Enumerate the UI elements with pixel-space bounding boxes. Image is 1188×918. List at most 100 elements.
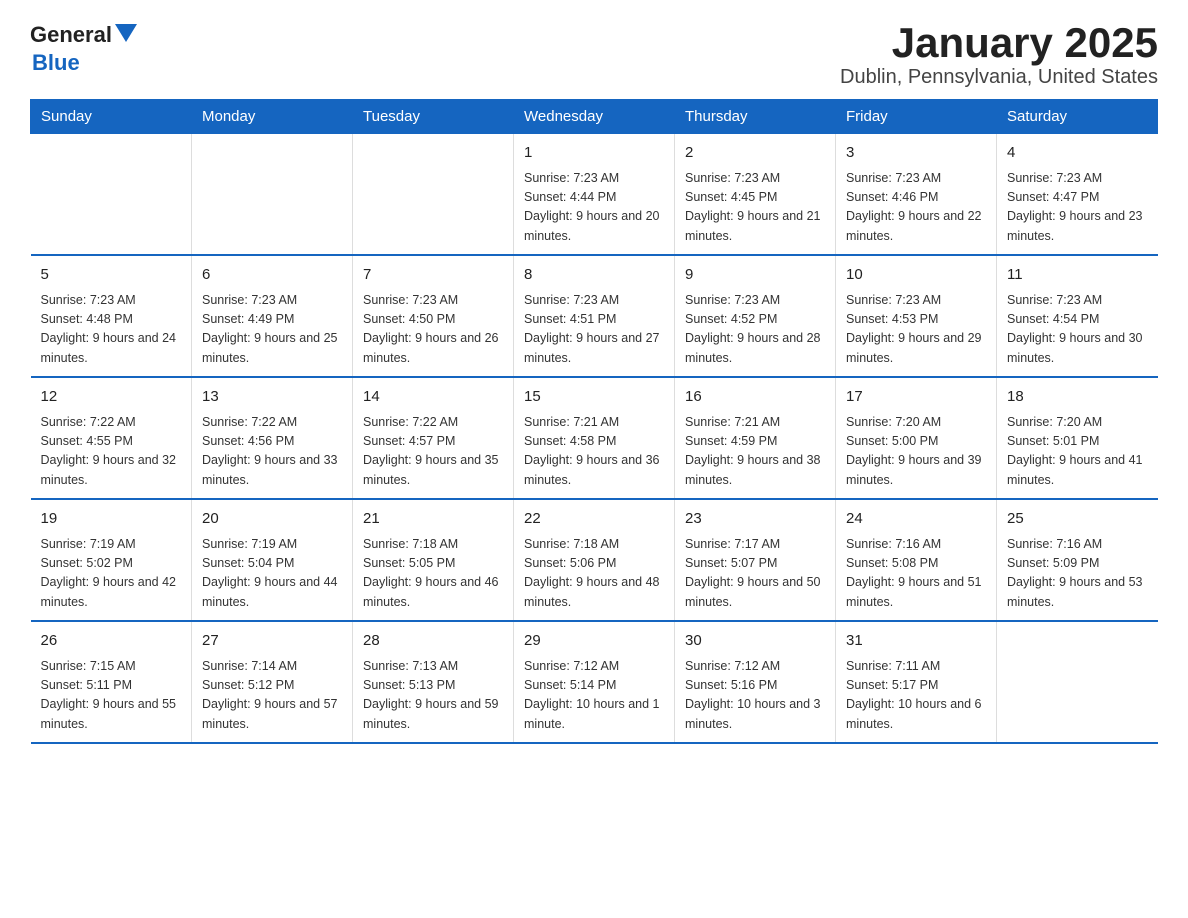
weekday-header-sunday: Sunday <box>31 100 192 134</box>
day-number: 4 <box>1007 142 1148 165</box>
day-info: Sunrise: 7:20 AM Sunset: 5:01 PM Dayligh… <box>1007 413 1148 491</box>
day-info: Sunrise: 7:18 AM Sunset: 5:05 PM Dayligh… <box>363 535 503 613</box>
calendar-cell: 18Sunrise: 7:20 AM Sunset: 5:01 PM Dayli… <box>997 377 1158 499</box>
calendar-cell <box>31 134 192 256</box>
day-number: 25 <box>1007 508 1148 531</box>
day-number: 17 <box>846 386 986 409</box>
day-number: 2 <box>685 142 825 165</box>
calendar-table: SundayMondayTuesdayWednesdayThursdayFrid… <box>30 99 1158 744</box>
calendar-cell: 20 Sunrise: 7:19 AM Sunset: 5:04 PM Dayli… <box>192 499 353 621</box>
day-number: 20 <box>202 508 342 531</box>
day-number: 10 <box>846 264 986 287</box>
title-block: January 2025 Dublin, Pennsylvania, Unite… <box>840 20 1158 89</box>
page-title: January 2025 <box>840 20 1158 66</box>
calendar-cell: 6 Sunrise: 7:23 AM Sunset: 4:49 PM Daylig… <box>192 255 353 377</box>
day-info: Sunrise: 7:23 AM Sunset: 4:44 PM Dayligh… <box>524 169 664 247</box>
calendar-cell: 22Sunrise: 7:18 AM Sunset: 5:06 PM Dayli… <box>514 499 675 621</box>
calendar-cell: 19Sunrise: 7:19 AM Sunset: 5:02 PM Dayli… <box>31 499 192 621</box>
day-number: 12 <box>41 386 182 409</box>
day-info: Sunrise: 7:23 AM Sunset: 4:53 PM Dayligh… <box>846 291 986 369</box>
day-info: Sunrise: 7:16 AM Sunset: 5:08 PM Dayligh… <box>846 535 986 613</box>
weekday-header-monday: Monday <box>192 100 353 134</box>
day-info: Sunrise: 7:17 AM Sunset: 5:07 PM Dayligh… <box>685 535 825 613</box>
calendar-week-row: 19Sunrise: 7:19 AM Sunset: 5:02 PM Dayli… <box>31 499 1158 621</box>
day-number: 16 <box>685 386 825 409</box>
calendar-cell: 11Sunrise: 7:23 AM Sunset: 4:54 PM Dayli… <box>997 255 1158 377</box>
day-number: 29 <box>524 630 664 653</box>
calendar-cell: 7Sunrise: 7:23 AM Sunset: 4:50 PM Daylig… <box>353 255 514 377</box>
day-number: 5 <box>41 264 182 287</box>
day-info: Sunrise: 7:23 AM Sunset: 4:54 PM Dayligh… <box>1007 291 1148 369</box>
calendar-cell: 23 Sunrise: 7:17 AM Sunset: 5:07 PM Dayli… <box>675 499 836 621</box>
logo: General Blue <box>30 20 137 75</box>
calendar-cell: 8 Sunrise: 7:23 AM Sunset: 4:51 PM Daylig… <box>514 255 675 377</box>
day-info: Sunrise: 7:15 AM Sunset: 5:11 PM Dayligh… <box>41 657 182 735</box>
day-number: 30 <box>685 630 825 653</box>
day-number: 22 <box>524 508 664 531</box>
day-info: Sunrise: 7:19 AM Sunset: 5:04 PM Dayligh… <box>202 535 342 613</box>
day-number: 15 <box>524 386 664 409</box>
calendar-cell: 25Sunrise: 7:16 AM Sunset: 5:09 PM Dayli… <box>997 499 1158 621</box>
day-number: 23 <box>685 508 825 531</box>
day-info: Sunrise: 7:14 AM Sunset: 5:12 PM Dayligh… <box>202 657 342 735</box>
day-info: Sunrise: 7:11 AM Sunset: 5:17 PM Dayligh… <box>846 657 986 735</box>
calendar-cell: 9Sunrise: 7:23 AM Sunset: 4:52 PM Daylig… <box>675 255 836 377</box>
day-number: 3 <box>846 142 986 165</box>
day-number: 8 <box>524 264 664 287</box>
day-number: 19 <box>41 508 182 531</box>
day-info: Sunrise: 7:23 AM Sunset: 4:49 PM Dayligh… <box>202 291 342 369</box>
calendar-cell: 12 Sunrise: 7:22 AM Sunset: 4:55 PM Dayli… <box>31 377 192 499</box>
logo-triangle-icon <box>115 24 137 46</box>
calendar-cell: 30 Sunrise: 7:12 AM Sunset: 5:16 PM Dayli… <box>675 621 836 743</box>
calendar-cell: 24 Sunrise: 7:16 AM Sunset: 5:08 PM Dayli… <box>836 499 997 621</box>
calendar-week-row: 12 Sunrise: 7:22 AM Sunset: 4:55 PM Dayli… <box>31 377 1158 499</box>
calendar-cell: 13Sunrise: 7:22 AM Sunset: 4:56 PM Dayli… <box>192 377 353 499</box>
calendar-cell: 14 Sunrise: 7:22 AM Sunset: 4:57 PM Dayli… <box>353 377 514 499</box>
calendar-cell: 27 Sunrise: 7:14 AM Sunset: 5:12 PM Dayli… <box>192 621 353 743</box>
day-info: Sunrise: 7:23 AM Sunset: 4:52 PM Dayligh… <box>685 291 825 369</box>
day-info: Sunrise: 7:23 AM Sunset: 4:50 PM Dayligh… <box>363 291 503 369</box>
weekday-header-tuesday: Tuesday <box>353 100 514 134</box>
day-info: Sunrise: 7:21 AM Sunset: 4:59 PM Dayligh… <box>685 413 825 491</box>
calendar-cell <box>353 134 514 256</box>
calendar-week-row: 26Sunrise: 7:15 AM Sunset: 5:11 PM Dayli… <box>31 621 1158 743</box>
weekday-header-thursday: Thursday <box>675 100 836 134</box>
day-number: 1 <box>524 142 664 165</box>
calendar-cell <box>997 621 1158 743</box>
calendar-cell: 2 Sunrise: 7:23 AM Sunset: 4:45 PM Daylig… <box>675 134 836 256</box>
day-info: Sunrise: 7:22 AM Sunset: 4:55 PM Dayligh… <box>41 413 182 491</box>
logo-blue-text: Blue <box>32 51 80 75</box>
day-info: Sunrise: 7:13 AM Sunset: 5:13 PM Dayligh… <box>363 657 503 735</box>
day-number: 6 <box>202 264 342 287</box>
day-info: Sunrise: 7:23 AM Sunset: 4:45 PM Dayligh… <box>685 169 825 247</box>
day-info: Sunrise: 7:22 AM Sunset: 4:57 PM Dayligh… <box>363 413 503 491</box>
day-info: Sunrise: 7:23 AM Sunset: 4:51 PM Dayligh… <box>524 291 664 369</box>
day-info: Sunrise: 7:23 AM Sunset: 4:46 PM Dayligh… <box>846 169 986 247</box>
calendar-cell: 10 Sunrise: 7:23 AM Sunset: 4:53 PM Dayli… <box>836 255 997 377</box>
calendar-week-row: 5 Sunrise: 7:23 AM Sunset: 4:48 PM Daylig… <box>31 255 1158 377</box>
calendar-cell: 16 Sunrise: 7:21 AM Sunset: 4:59 PM Dayli… <box>675 377 836 499</box>
calendar-cell <box>192 134 353 256</box>
day-info: Sunrise: 7:12 AM Sunset: 5:14 PM Dayligh… <box>524 657 664 735</box>
day-info: Sunrise: 7:21 AM Sunset: 4:58 PM Dayligh… <box>524 413 664 491</box>
day-number: 31 <box>846 630 986 653</box>
logo-general-text: General <box>30 23 112 47</box>
calendar-cell: 31 Sunrise: 7:11 AM Sunset: 5:17 PM Dayli… <box>836 621 997 743</box>
day-number: 27 <box>202 630 342 653</box>
day-info: Sunrise: 7:23 AM Sunset: 4:48 PM Dayligh… <box>41 291 182 369</box>
day-info: Sunrise: 7:23 AM Sunset: 4:47 PM Dayligh… <box>1007 169 1148 247</box>
day-number: 14 <box>363 386 503 409</box>
day-number: 24 <box>846 508 986 531</box>
day-number: 13 <box>202 386 342 409</box>
day-number: 28 <box>363 630 503 653</box>
calendar-week-row: 1 Sunrise: 7:23 AM Sunset: 4:44 PM Daylig… <box>31 134 1158 256</box>
weekday-header-friday: Friday <box>836 100 997 134</box>
calendar-header-row: SundayMondayTuesdayWednesdayThursdayFrid… <box>31 100 1158 134</box>
day-info: Sunrise: 7:12 AM Sunset: 5:16 PM Dayligh… <box>685 657 825 735</box>
calendar-cell: 4 Sunrise: 7:23 AM Sunset: 4:47 PM Daylig… <box>997 134 1158 256</box>
day-info: Sunrise: 7:20 AM Sunset: 5:00 PM Dayligh… <box>846 413 986 491</box>
calendar-cell: 5 Sunrise: 7:23 AM Sunset: 4:48 PM Daylig… <box>31 255 192 377</box>
calendar-cell: 17 Sunrise: 7:20 AM Sunset: 5:00 PM Dayli… <box>836 377 997 499</box>
calendar-cell: 26Sunrise: 7:15 AM Sunset: 5:11 PM Dayli… <box>31 621 192 743</box>
calendar-cell: 28 Sunrise: 7:13 AM Sunset: 5:13 PM Dayli… <box>353 621 514 743</box>
